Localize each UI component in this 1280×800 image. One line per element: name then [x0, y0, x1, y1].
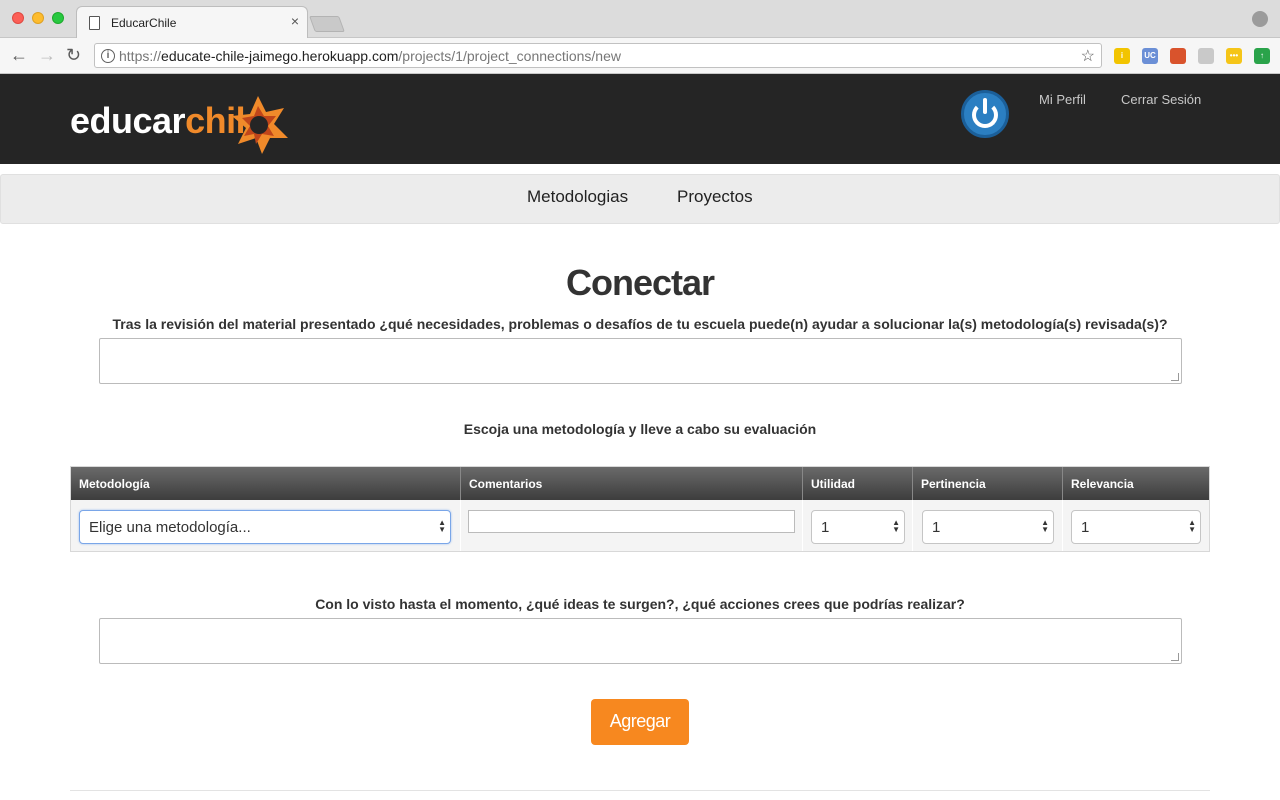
close-window-button[interactable]: [12, 12, 24, 24]
site-header: educarchile Mi Perfil Cerrar Sesión: [0, 74, 1280, 164]
table-header: Metodología Comentarios Utilidad Pertine…: [71, 467, 1209, 500]
logo-star-icon: [232, 96, 288, 154]
relevancia-select[interactable]: 1 ▲ ▼: [1071, 510, 1201, 544]
utilidad-select-value: 1: [821, 519, 830, 536]
relevancia-select-value: 1: [1081, 519, 1090, 536]
document-icon: [89, 16, 100, 30]
profile-icon[interactable]: [1252, 11, 1268, 27]
select-arrows-icon: ▲ ▼: [1041, 518, 1049, 534]
shield-extension-icon[interactable]: [1198, 48, 1214, 64]
main-navbar: Metodologias Proyectos: [0, 174, 1280, 224]
select-arrows-icon: ▲ ▼: [1188, 518, 1196, 534]
tab-title: EducarChile: [111, 16, 177, 30]
forward-arrow-icon[interactable]: →: [38, 44, 56, 66]
info-icon[interactable]: i: [101, 49, 115, 63]
maximize-window-button[interactable]: [52, 12, 64, 24]
url-text: https://educate-chile-jaimego.herokuapp.…: [119, 48, 621, 64]
mi-perfil-link[interactable]: Mi Perfil: [1039, 92, 1086, 107]
table-row: Elige una metodología... ▲ ▼ 1 ▲ ▼ 1 ▲ ▼ 1 …: [71, 500, 1209, 551]
resize-grip-icon[interactable]: [1171, 373, 1179, 381]
info-extension-icon[interactable]: i: [1114, 48, 1130, 64]
url-scheme: https://: [119, 48, 162, 64]
footer-divider: [70, 790, 1210, 791]
nav-item-metodologias[interactable]: Metodologias: [527, 187, 628, 207]
upload-extension-icon[interactable]: ↑: [1254, 48, 1270, 64]
new-tab-button[interactable]: [309, 16, 345, 32]
address-bar[interactable]: i https://educate-chile-jaimego.herokuap…: [94, 43, 1102, 68]
minimize-window-button[interactable]: [32, 12, 44, 24]
uc-extension-icon[interactable]: UC: [1142, 48, 1158, 64]
select-arrows-icon: ▲ ▼: [892, 518, 900, 534]
comentarios-input[interactable]: [468, 510, 795, 533]
close-tab-icon[interactable]: ×: [291, 14, 299, 28]
section-label: Escoja una metodología y lleve a cabo su…: [463, 421, 817, 437]
reload-icon[interactable]: ↻: [66, 44, 81, 66]
browser-tab[interactable]: EducarChile ×: [76, 6, 308, 38]
browser-titlebar: EducarChile ×: [0, 0, 1280, 38]
resize-grip-icon[interactable]: [1171, 653, 1179, 661]
header-utilidad: Utilidad: [803, 467, 913, 500]
browser-toolbar: ← → ↻ i https://educate-chile-jaimego.he…: [0, 38, 1280, 74]
metodologia-select-value: Elige una metodología...: [89, 519, 251, 536]
utilidad-select[interactable]: 1 ▲ ▼: [811, 510, 905, 544]
metodologia-select[interactable]: Elige una metodología... ▲ ▼: [79, 510, 451, 544]
url-path: /projects/1/project_connections/new: [398, 48, 621, 64]
back-arrow-icon[interactable]: ←: [10, 44, 28, 66]
header-metodologia: Metodología: [71, 467, 461, 500]
header-pertinencia: Pertinencia: [913, 467, 1063, 500]
question1-textarea[interactable]: [99, 338, 1182, 384]
evaluation-table: Metodología Comentarios Utilidad Pertine…: [70, 466, 1210, 552]
pertinencia-select-value: 1: [932, 519, 941, 536]
power-icon[interactable]: [961, 90, 1009, 138]
select-arrows-icon: ▲ ▼: [438, 518, 446, 534]
header-relevancia: Relevancia: [1071, 477, 1134, 491]
logo-main: educar: [70, 100, 186, 141]
url-host: educate-chile-jaimego.herokuapp.com: [161, 48, 399, 64]
pertinencia-select[interactable]: 1 ▲ ▼: [922, 510, 1054, 544]
question1-label: Tras la revisión del material presentado…: [112, 316, 1168, 332]
page-title: Conectar: [565, 262, 715, 303]
color-extension-icon[interactable]: [1170, 48, 1186, 64]
question2-label: Con lo visto hasta el momento, ¿qué idea…: [315, 596, 965, 612]
dots-extension-icon[interactable]: •••: [1226, 48, 1242, 64]
agregar-button[interactable]: Agregar: [591, 699, 689, 745]
question2-textarea[interactable]: [99, 618, 1182, 664]
nav-item-proyectos[interactable]: Proyectos: [677, 187, 753, 207]
header-comentarios: Comentarios: [461, 467, 803, 500]
bookmark-star-icon[interactable]: ☆: [1081, 46, 1095, 66]
cerrar-sesion-link[interactable]: Cerrar Sesión: [1121, 92, 1201, 107]
